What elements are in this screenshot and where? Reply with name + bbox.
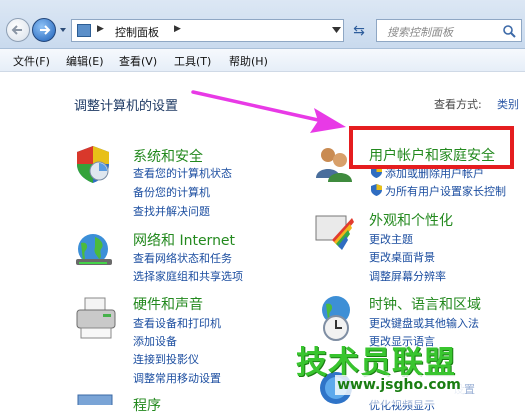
highlight-box [349, 126, 514, 169]
watermark-url: www.jsgho.com [335, 375, 463, 395]
